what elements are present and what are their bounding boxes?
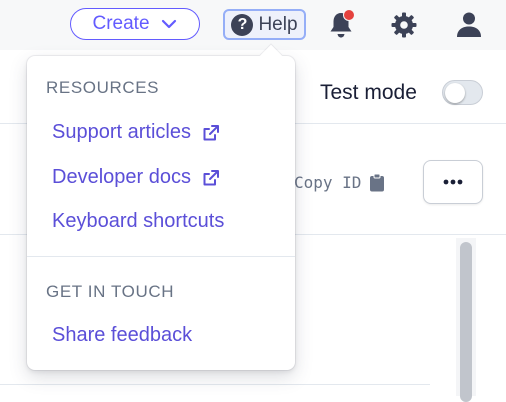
menu-item-share-feedback[interactable]: Share feedback: [52, 324, 192, 347]
user-icon[interactable]: [455, 10, 483, 38]
copy-id-button[interactable]: Copy ID: [294, 173, 385, 192]
menu-item-keyboard-shortcuts[interactable]: Keyboard shortcuts: [52, 210, 224, 233]
menu-item-label: Keyboard shortcuts: [52, 210, 225, 232]
test-mode-label: Test mode: [320, 81, 417, 104]
question-icon: ?: [231, 13, 254, 36]
menu-item-label: Share feedback: [52, 324, 193, 346]
divider: [0, 384, 430, 385]
notification-badge: [343, 9, 355, 21]
create-button-label: Create: [92, 13, 150, 34]
chevron-down-icon: [161, 19, 176, 29]
menu-item-developer-docs[interactable]: Developer docs: [52, 166, 221, 189]
gear-icon[interactable]: [390, 11, 418, 39]
menu-divider: [27, 256, 295, 257]
scrollbar-thumb[interactable]: [460, 242, 472, 402]
create-button[interactable]: Create: [70, 8, 200, 40]
copy-id-label: Copy ID: [294, 173, 362, 192]
get-in-touch-heading: GET IN TOUCH: [46, 282, 175, 301]
scrollbar[interactable]: [456, 238, 476, 402]
clipboard-icon: [370, 173, 385, 192]
help-dropdown-menu: RESOURCES Support articles Developer doc…: [27, 44, 295, 370]
help-button-label: Help: [258, 13, 298, 35]
external-link-icon: [203, 124, 219, 140]
top-bar: Create ? Help: [0, 0, 506, 50]
menu-item-support-articles[interactable]: Support articles: [52, 121, 221, 144]
ellipsis-icon: [443, 179, 463, 185]
more-options-button[interactable]: [423, 160, 483, 204]
external-link-icon: [203, 169, 219, 185]
toggle-knob: [445, 82, 465, 103]
resources-heading: RESOURCES: [46, 78, 160, 97]
menu-item-label: Developer docs: [52, 166, 191, 188]
test-mode-toggle[interactable]: [442, 80, 483, 105]
menu-item-label: Support articles: [52, 121, 191, 143]
help-button[interactable]: ? Help: [223, 9, 306, 40]
